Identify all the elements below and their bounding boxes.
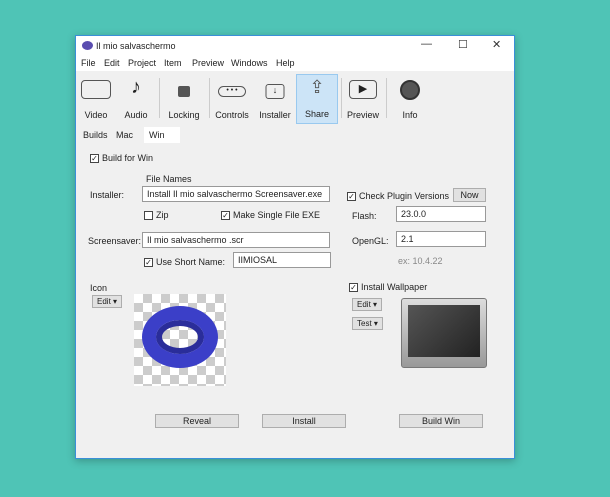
icon-edit-button[interactable]: Edit ▾ bbox=[92, 295, 123, 308]
padlock-icon bbox=[178, 86, 190, 97]
toolbar-label: Installer bbox=[259, 110, 291, 120]
menu-preview[interactable]: Preview bbox=[192, 58, 224, 68]
music-note-icon: ♪ bbox=[131, 76, 141, 98]
menu-item[interactable]: Item bbox=[164, 58, 182, 68]
menu-bar: File Edit Project Item Preview Windows H… bbox=[76, 56, 514, 71]
separator bbox=[386, 78, 387, 118]
wallpaper-edit-button[interactable]: Edit ▾ bbox=[352, 298, 383, 311]
installer-icon: ↓ bbox=[265, 84, 285, 99]
toolbar-label: Video bbox=[84, 110, 108, 120]
opengl-input[interactable]: 2.1 bbox=[396, 231, 486, 247]
short-name-input[interactable]: IIMIOSAL bbox=[233, 252, 331, 268]
toolbar-label: Locking bbox=[168, 110, 200, 120]
now-button[interactable]: Now bbox=[453, 188, 486, 202]
tab-builds[interactable]: Builds bbox=[78, 127, 113, 143]
video-icon bbox=[81, 80, 111, 99]
flash-label: Flash: bbox=[352, 211, 377, 221]
toolbar-controls[interactable]: • • • Controls bbox=[212, 74, 252, 124]
toolbar-installer[interactable]: ↓ Installer bbox=[256, 74, 294, 124]
toolbar-video[interactable]: Video bbox=[78, 74, 114, 124]
share-icon: ⇪ bbox=[309, 77, 325, 97]
menu-windows[interactable]: Windows bbox=[231, 58, 268, 68]
monitor-preview bbox=[401, 298, 487, 368]
toolbar-label: Preview bbox=[346, 110, 379, 120]
toolbar: Video ♪ Audio Locking • • • Controls ↓ Inst… bbox=[76, 72, 514, 126]
installer-label: Installer: bbox=[90, 190, 125, 200]
app-window: Il mio salvaschermo — ☐ ✕ File Edit Proj… bbox=[75, 35, 515, 459]
menu-help[interactable]: Help bbox=[276, 58, 295, 68]
separator bbox=[159, 78, 160, 118]
window-title: Il mio salvaschermo bbox=[96, 41, 176, 51]
toolbar-label: Info bbox=[402, 110, 418, 120]
toolbar-locking[interactable]: Locking bbox=[164, 74, 204, 124]
screensaver-input[interactable]: Il mio salvaschermo .scr bbox=[142, 232, 330, 248]
single-exe-checkbox[interactable]: ✓ Make Single File EXE bbox=[221, 210, 320, 220]
file-names-heading: File Names bbox=[146, 174, 192, 184]
toolbar-audio[interactable]: ♪ Audio bbox=[120, 74, 152, 124]
toolbar-share[interactable]: ⇪ Share bbox=[296, 74, 338, 124]
install-button[interactable]: Install bbox=[262, 414, 346, 428]
build-win-button[interactable]: Build Win bbox=[399, 414, 483, 428]
check-plugins-checkbox[interactable]: ✓ Check Plugin Versions bbox=[347, 191, 449, 201]
toolbar-preview[interactable]: ▶ Preview bbox=[344, 74, 382, 124]
tab-mac[interactable]: Mac bbox=[111, 127, 138, 143]
minimize-button[interactable]: — bbox=[421, 38, 432, 50]
menu-file[interactable]: File bbox=[81, 58, 96, 68]
toolbar-info[interactable]: Info bbox=[392, 74, 428, 124]
reveal-button[interactable]: Reveal bbox=[155, 414, 239, 428]
short-name-checkbox[interactable]: ✓ Use Short Name: bbox=[144, 257, 225, 267]
flash-input[interactable]: 23.0.0 bbox=[396, 206, 486, 222]
screensaver-icon-preview bbox=[134, 294, 226, 386]
controls-icon: • • • bbox=[218, 86, 246, 97]
toolbar-label: Audio bbox=[124, 110, 148, 120]
separator bbox=[209, 78, 210, 118]
screensaver-label: Screensaver: bbox=[88, 236, 142, 246]
toolbar-label: Controls bbox=[215, 110, 249, 120]
separator bbox=[341, 78, 342, 118]
wallpaper-test-button[interactable]: Test ▾ bbox=[352, 317, 383, 330]
info-icon bbox=[400, 80, 420, 100]
build-for-win-checkbox[interactable]: ✓ Build for Win bbox=[90, 153, 153, 163]
installer-input[interactable]: Install Il mio salvaschermo Screensaver.… bbox=[142, 186, 330, 202]
play-icon: ▶ bbox=[349, 80, 377, 99]
tab-win[interactable]: Win bbox=[144, 127, 180, 143]
close-button[interactable]: ✕ bbox=[492, 38, 501, 51]
menu-project[interactable]: Project bbox=[128, 58, 156, 68]
opengl-label: OpenGL: bbox=[352, 236, 389, 246]
maximize-button[interactable]: ☐ bbox=[458, 38, 468, 51]
install-wallpaper-checkbox[interactable]: ✓ Install Wallpaper bbox=[349, 282, 427, 292]
tab-bar: Builds Mac Win bbox=[76, 127, 514, 143]
version-example: ex: 10.4.22 bbox=[398, 256, 443, 266]
zip-checkbox[interactable]: Zip bbox=[144, 210, 169, 220]
toolbar-label: Share bbox=[304, 109, 330, 119]
menu-edit[interactable]: Edit bbox=[104, 58, 120, 68]
title-bar: Il mio salvaschermo — ☐ ✕ bbox=[76, 36, 514, 56]
icon-label: Icon bbox=[90, 283, 108, 293]
app-icon bbox=[82, 41, 93, 50]
